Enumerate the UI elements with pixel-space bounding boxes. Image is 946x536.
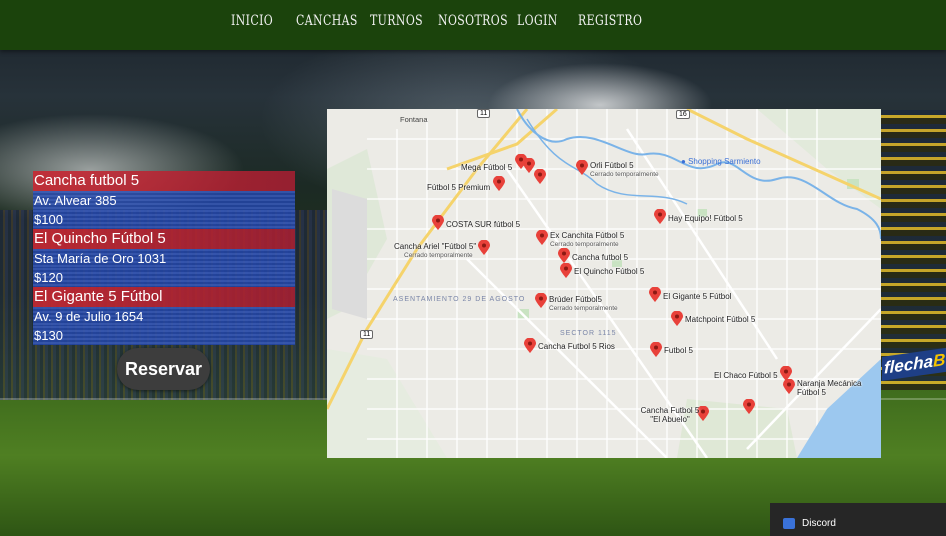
- area-label: ASENTAMIENTO 29 DE AGOSTO: [393, 296, 526, 303]
- map-place-label[interactable]: Mega Fútbol 5: [461, 163, 512, 172]
- map-place-label[interactable]: Brúder Fútbol5 Cerrado temporalmente: [549, 295, 618, 313]
- map-pin[interactable]: [524, 337, 536, 353]
- fields-list: Cancha futbol 5 Av. Alvear 385 $100 El Q…: [33, 171, 295, 345]
- field-address: Sta María de Oro 1031: [33, 249, 295, 268]
- map-pin[interactable]: [649, 286, 661, 302]
- map-place-label[interactable]: Orli Fútbol 5 Cerrado temporalmente: [590, 161, 659, 179]
- map-pin[interactable]: [432, 214, 444, 230]
- reserve-button[interactable]: Reservar: [117, 348, 210, 390]
- map-pin[interactable]: [478, 239, 490, 255]
- map-pin[interactable]: [536, 229, 548, 245]
- discord-taskbar-item[interactable]: Discord: [770, 503, 946, 536]
- map-pin[interactable]: [650, 341, 662, 357]
- nav-login[interactable]: LOGIN: [517, 13, 558, 29]
- nav-nosotros[interactable]: NOSOTROS: [438, 13, 508, 29]
- field-price: $130: [33, 326, 295, 345]
- map-place-label[interactable]: Fútbol 5 Premium: [427, 183, 490, 192]
- nav-registro[interactable]: REGISTRO: [578, 13, 642, 29]
- map-place-label[interactable]: Cancha Futbol 5 "El Abuelo": [640, 406, 700, 424]
- nav-inicio[interactable]: INICIO: [231, 13, 273, 29]
- map-place-label[interactable]: Cancha futbol 5: [572, 253, 628, 262]
- route-shield: 11: [360, 330, 374, 339]
- field-name: Cancha futbol 5: [33, 171, 295, 191]
- map-pin[interactable]: [671, 310, 683, 326]
- map-pin[interactable]: [493, 175, 505, 191]
- map-place-label[interactable]: Ex Canchita Fútbol 5 Cerrado temporalment…: [550, 231, 624, 249]
- map-place-label[interactable]: El Gigante 5 Fútbol: [663, 292, 731, 301]
- discord-icon: [783, 518, 795, 529]
- poi-label[interactable]: ● Shopping Sarmiento: [681, 157, 761, 166]
- map-place-label[interactable]: Futbol 5: [664, 346, 693, 355]
- map-place-label[interactable]: El Quincho Fútbol 5: [574, 267, 644, 276]
- route-shield: 16: [676, 110, 690, 119]
- map-place-label[interactable]: Cancha Futbol 5 Rios: [538, 342, 615, 351]
- field-address: Av. Alvear 385: [33, 191, 295, 210]
- map-pin[interactable]: [534, 168, 546, 184]
- map-pin[interactable]: [783, 378, 795, 394]
- map-pin[interactable]: [560, 262, 572, 278]
- map-pin[interactable]: [558, 247, 570, 263]
- field-price: $120: [33, 268, 295, 287]
- area-label: SECTOR 1115: [560, 330, 617, 337]
- route-shield: 11: [477, 109, 491, 118]
- map-pin[interactable]: [535, 292, 547, 308]
- map-pin[interactable]: [743, 398, 755, 414]
- map-place-label[interactable]: El Chaco Fútbol 5: [714, 371, 778, 380]
- map-place-label[interactable]: COSTA SUR fútbol 5: [446, 220, 520, 229]
- map-pin[interactable]: [576, 159, 588, 175]
- field-price: $100: [33, 210, 295, 229]
- town-label: Fontana: [400, 115, 428, 124]
- nav-canchas[interactable]: CANCHAS: [296, 13, 358, 29]
- field-address: Av. 9 de Julio 1654: [33, 307, 295, 326]
- discord-label: Discord: [802, 518, 836, 529]
- map-place-label[interactable]: Matchpoint Fútbol 5: [685, 315, 755, 324]
- map-embed[interactable]: Fontana ● Shopping Sarmiento ASENTAMIENT…: [327, 109, 881, 458]
- map-place-label[interactable]: Cancha Ariel "Fútbol 5" Cerrado temporalm…: [394, 242, 476, 260]
- map-place-label[interactable]: Naranja Mecánica Fútbol 5: [797, 379, 867, 397]
- map-pin[interactable]: [654, 208, 666, 224]
- field-name: El Gigante 5 Fútbol: [33, 287, 295, 307]
- crowd-right: [880, 110, 946, 390]
- top-navbar: INICIO CANCHAS TURNOS NOSOTROS LOGIN REG…: [0, 0, 946, 50]
- field-name: El Quincho Fútbol 5: [33, 229, 295, 249]
- map-place-label[interactable]: Hay Equipo! Fútbol 5: [668, 214, 743, 223]
- nav-turnos[interactable]: TURNOS: [370, 13, 423, 29]
